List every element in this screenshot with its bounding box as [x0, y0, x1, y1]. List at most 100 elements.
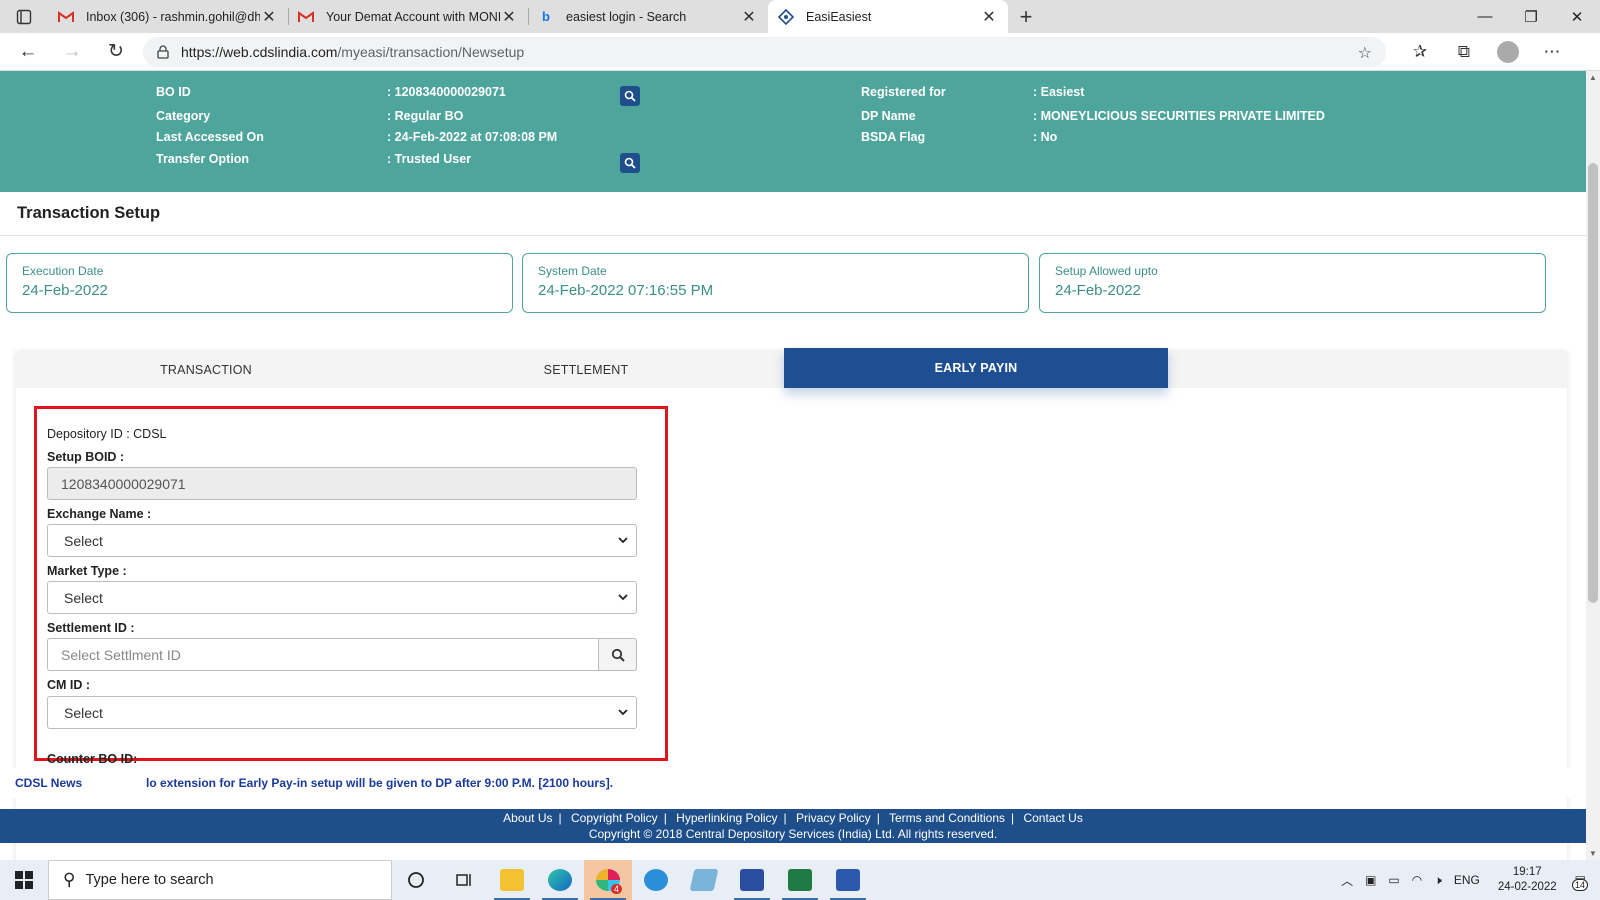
- more-menu-icon[interactable]: ⋯: [1530, 42, 1574, 62]
- tab-actions-button[interactable]: [0, 0, 48, 33]
- setup-boid-field[interactable]: 1208340000029071: [47, 467, 637, 500]
- taskbar-clock[interactable]: 19:17 24-02-2022: [1498, 865, 1557, 895]
- minimize-icon[interactable]: —: [1462, 0, 1508, 33]
- start-button[interactable]: [0, 860, 48, 900]
- back-button[interactable]: ←: [6, 33, 50, 71]
- transfer-option-search-button[interactable]: [620, 153, 640, 173]
- add-favorite-icon[interactable]: ☆: [1358, 43, 1372, 63]
- browser-toolbar: ✰ ⧉ ⋯: [1398, 33, 1574, 71]
- footer-link-copyright[interactable]: Copyright Policy: [571, 811, 658, 825]
- chevron-down-icon: [618, 709, 628, 716]
- close-icon[interactable]: ✕: [980, 7, 998, 27]
- url-input[interactable]: https://web.cdslindia.com/myeasi/transac…: [143, 37, 1386, 67]
- favorites-icon[interactable]: ✰: [1398, 42, 1442, 62]
- collections-icon[interactable]: ⧉: [1442, 42, 1486, 62]
- system-date-label: System Date: [538, 264, 607, 278]
- market-type-select[interactable]: Select: [47, 581, 637, 614]
- tray-overflow-icon[interactable]: ︿: [1341, 872, 1353, 889]
- battery-icon[interactable]: ▭: [1388, 873, 1399, 887]
- category-value: : Regular BO: [387, 109, 464, 123]
- tab-transaction[interactable]: TRANSACTION: [16, 352, 396, 388]
- settlement-id-placeholder: Select Settlment ID: [61, 646, 181, 663]
- setup-allowed-card: Setup Allowed upto 24-Feb-2022: [1039, 253, 1546, 313]
- system-tray: ︿ ▣ ▭ ◠ 🕨 ENG 19:17 24-02-2022 ▤14: [1335, 860, 1600, 900]
- cortana-button[interactable]: [392, 860, 440, 900]
- footer-link-terms[interactable]: Terms and Conditions: [889, 811, 1005, 825]
- address-bar: ← → ↻ https://web.cdslindia.com/myeasi/t…: [0, 33, 1600, 71]
- exchange-name-select[interactable]: Select: [47, 524, 637, 557]
- execution-date-card: Execution Date 24-Feb-2022: [6, 253, 513, 313]
- scrollbar-thumb[interactable]: [1588, 163, 1598, 603]
- tab-early-payin[interactable]: EARLY PAYIN: [784, 348, 1168, 388]
- taskbar-internet-explorer[interactable]: [632, 860, 680, 900]
- news-ticker: CDSL News lo extension for Early Pay-in …: [0, 768, 1586, 798]
- close-icon[interactable]: ✕: [500, 7, 518, 27]
- restore-icon[interactable]: ❐: [1508, 0, 1554, 33]
- scroll-up-icon[interactable]: ▲: [1589, 73, 1597, 82]
- footer-copyright: Copyright © 2018 Central Depository Serv…: [588, 827, 998, 841]
- browser-tab-strip: Inbox (306) - rashmin.gohil@dha ✕ Your D…: [0, 0, 1600, 33]
- footer-link-about[interactable]: About Us: [503, 811, 552, 825]
- task-view-button[interactable]: [440, 860, 488, 900]
- language-indicator[interactable]: ENG: [1454, 873, 1480, 887]
- page-scrollbar[interactable]: ▲ ▼: [1586, 71, 1600, 860]
- footer-link-contact[interactable]: Contact Us: [1023, 811, 1082, 825]
- category-label: Category: [156, 109, 211, 123]
- tab-title: Inbox (306) - rashmin.gohil@dha: [86, 9, 260, 24]
- settlement-search-button[interactable]: [598, 638, 637, 671]
- registered-for-label: Registered for: [861, 85, 946, 99]
- taskbar-excel[interactable]: [776, 860, 824, 900]
- taskbar-app-network[interactable]: [728, 860, 776, 900]
- tab-actions-icon: [16, 9, 32, 24]
- chevron-down-icon: [618, 537, 628, 544]
- new-tab-button[interactable]: +: [1008, 0, 1044, 33]
- page-title-bar: Transaction Setup: [0, 192, 1586, 236]
- news-text[interactable]: lo extension for Early Pay-in setup will…: [146, 776, 613, 790]
- forward-button[interactable]: →: [50, 33, 94, 71]
- profile-avatar[interactable]: [1497, 41, 1519, 63]
- execution-date-label: Execution Date: [22, 264, 104, 278]
- market-type-value: Select: [64, 589, 103, 606]
- taskbar-slack[interactable]: 4: [584, 860, 632, 900]
- notification-center-icon[interactable]: ▤14: [1571, 873, 1588, 891]
- settlement-id-input[interactable]: Select Settlment ID: [47, 638, 637, 671]
- gmail-icon: [58, 9, 74, 25]
- refresh-button[interactable]: ↻: [94, 33, 138, 71]
- tab-title: easiest login - Search: [566, 9, 687, 24]
- cm-id-select[interactable]: Select: [47, 696, 637, 729]
- cm-id-label: CM ID :: [47, 678, 91, 692]
- transfer-option-value: : Trusted User: [387, 152, 472, 166]
- browser-tab-bing-search[interactable]: b easiest login - Search ✕: [528, 0, 768, 33]
- exchange-name-label: Exchange Name :: [47, 507, 152, 521]
- window-controls: — ❐ ✕: [1462, 0, 1600, 33]
- taskbar-edge[interactable]: [536, 860, 584, 900]
- market-type-label: Market Type :: [47, 564, 127, 578]
- setup-allowed-label: Setup Allowed upto: [1055, 264, 1158, 278]
- footer-link-privacy[interactable]: Privacy Policy: [796, 811, 871, 825]
- browser-tab-gmail-demat[interactable]: Your Demat Account with MONE ✕: [288, 0, 528, 33]
- scroll-down-icon[interactable]: ▼: [1589, 849, 1597, 858]
- close-window-icon[interactable]: ✕: [1554, 0, 1600, 33]
- taskbar-file-explorer[interactable]: [488, 860, 536, 900]
- taskbar-app-notes[interactable]: [680, 860, 728, 900]
- meet-now-icon[interactable]: ▣: [1365, 873, 1376, 887]
- browser-tab-easiest[interactable]: EasiEasiest ✕: [768, 0, 1008, 33]
- last-accessed-value: : 24-Feb-2022 at 07:08:08 PM: [387, 130, 558, 144]
- browser-tab-gmail-inbox[interactable]: Inbox (306) - rashmin.gohil@dha ✕: [48, 0, 288, 33]
- search-icon: [624, 90, 636, 102]
- volume-icon[interactable]: 🕨: [1434, 873, 1442, 888]
- url-path: /myeasi/transaction/Newsetup: [337, 44, 525, 60]
- bsda-flag-value: : No: [1033, 130, 1058, 144]
- wifi-icon[interactable]: ◠: [1412, 873, 1422, 887]
- bo-info-header: BO ID : 1208340000029071 Category : Regu…: [0, 71, 1586, 192]
- taskbar-word[interactable]: [824, 860, 872, 900]
- bo-search-button[interactable]: [620, 86, 640, 106]
- page-title: Transaction Setup: [17, 204, 161, 222]
- close-icon[interactable]: ✕: [740, 7, 758, 27]
- cdsl-icon: [778, 8, 794, 25]
- dp-name-label: DP Name: [861, 109, 916, 123]
- tab-settlement[interactable]: SETTLEMENT: [396, 352, 776, 388]
- taskbar-search-input[interactable]: ⚲ Type here to search: [48, 860, 392, 900]
- footer-link-hyperlinking[interactable]: Hyperlinking Policy: [676, 811, 777, 825]
- close-icon[interactable]: ✕: [260, 7, 278, 27]
